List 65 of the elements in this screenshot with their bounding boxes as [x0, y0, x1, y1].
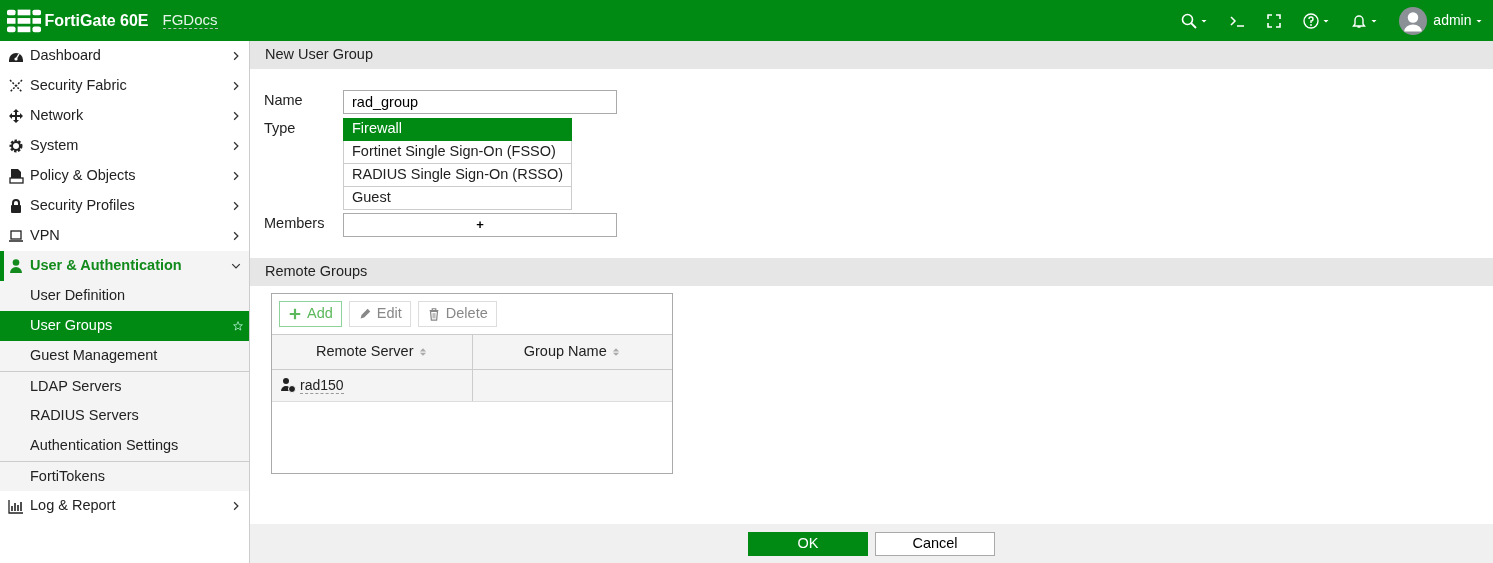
sidebar-item[interactable]: Security Profiles: [0, 191, 249, 221]
sidebar-item[interactable]: Policy & Objects: [0, 161, 249, 191]
sidebar-subitem[interactable]: LDAP Servers: [0, 371, 249, 401]
fullscreen-button[interactable]: [1265, 12, 1282, 29]
sidebar-item[interactable]: User & Authentication: [0, 251, 249, 281]
sidebar-subitem[interactable]: User Definition: [0, 281, 249, 311]
help-button[interactable]: [1302, 12, 1330, 29]
chevron-right-icon: [231, 501, 241, 511]
gear-icon: [8, 138, 24, 154]
field-label: Type: [264, 118, 297, 138]
sidebar-subitem[interactable]: Authentication Settings: [0, 431, 249, 461]
user-icon: [8, 258, 24, 274]
bar-chart-icon: [8, 498, 24, 514]
chevron-down-icon: [231, 261, 241, 271]
page-title: New User Group: [250, 41, 1493, 69]
type-option[interactable]: Fortinet Single Sign-On (FSSO): [343, 140, 573, 164]
notification-icon: [1350, 12, 1367, 29]
move-arrows-icon: [8, 108, 24, 124]
chevron-right-icon: [231, 81, 241, 91]
members-add-button[interactable]: +: [343, 213, 617, 237]
document-icon: [8, 168, 24, 184]
notification-button[interactable]: [1350, 12, 1378, 29]
cancel-button[interactable]: Cancel: [875, 531, 995, 556]
sidebar-subitem[interactable]: FortiTokens: [0, 461, 249, 491]
chevron-right-icon: [231, 171, 241, 181]
field-label: Members: [264, 214, 326, 233]
type-option[interactable]: RADIUS Single Sign-On (RSSO): [343, 163, 573, 187]
name-field[interactable]: rad_group: [343, 90, 617, 114]
sidebar-item[interactable]: System: [0, 131, 249, 161]
user-menu[interactable]: admin: [1398, 6, 1483, 35]
user-server-icon: [280, 377, 296, 394]
plus-icon: [288, 306, 302, 321]
sidebar-item[interactable]: VPN: [0, 221, 249, 251]
lock-icon: [8, 198, 24, 214]
sidebar-item[interactable]: Network: [0, 101, 249, 131]
chevron-right-icon: [231, 141, 241, 151]
table-cell: rad150: [272, 369, 472, 401]
sidebar-subitem[interactable]: RADIUS Servers: [0, 401, 249, 431]
type-option[interactable]: Firewall: [343, 117, 573, 141]
sidebar-item[interactable]: Log & Report: [0, 491, 249, 521]
avatar-icon: [1398, 6, 1427, 35]
star-icon: [233, 321, 243, 331]
chevron-right-icon: [231, 111, 241, 121]
search-button[interactable]: [1180, 12, 1208, 29]
chevron-right-icon: [231, 201, 241, 211]
field-label: Name: [264, 91, 304, 110]
logo-icon: [7, 7, 41, 34]
type-option[interactable]: Guest: [343, 186, 573, 210]
network-nodes-icon: [8, 78, 24, 94]
fullscreen-icon: [1265, 12, 1282, 29]
column-header[interactable]: Group Name: [471, 334, 672, 369]
section-title: Remote Groups: [250, 258, 1493, 286]
sidebar-item[interactable]: Dashboard: [0, 41, 249, 71]
laptop-icon: [8, 228, 24, 244]
column-header[interactable]: Remote Server: [272, 334, 472, 369]
chevron-right-icon: [231, 51, 241, 61]
ok-button[interactable]: OK: [748, 531, 868, 556]
sidebar-subitem[interactable]: User Groups: [0, 311, 249, 341]
sidebar-subitem[interactable]: Guest Management: [0, 341, 249, 371]
search-icon: [1180, 12, 1197, 29]
product-name: FortiGate 60E: [44, 10, 149, 31]
help-icon: [1302, 12, 1319, 29]
chevron-right-icon: [231, 231, 241, 241]
sidebar-item[interactable]: Security Fabric: [0, 71, 249, 101]
hostname-link[interactable]: FGDocs: [162, 11, 218, 30]
